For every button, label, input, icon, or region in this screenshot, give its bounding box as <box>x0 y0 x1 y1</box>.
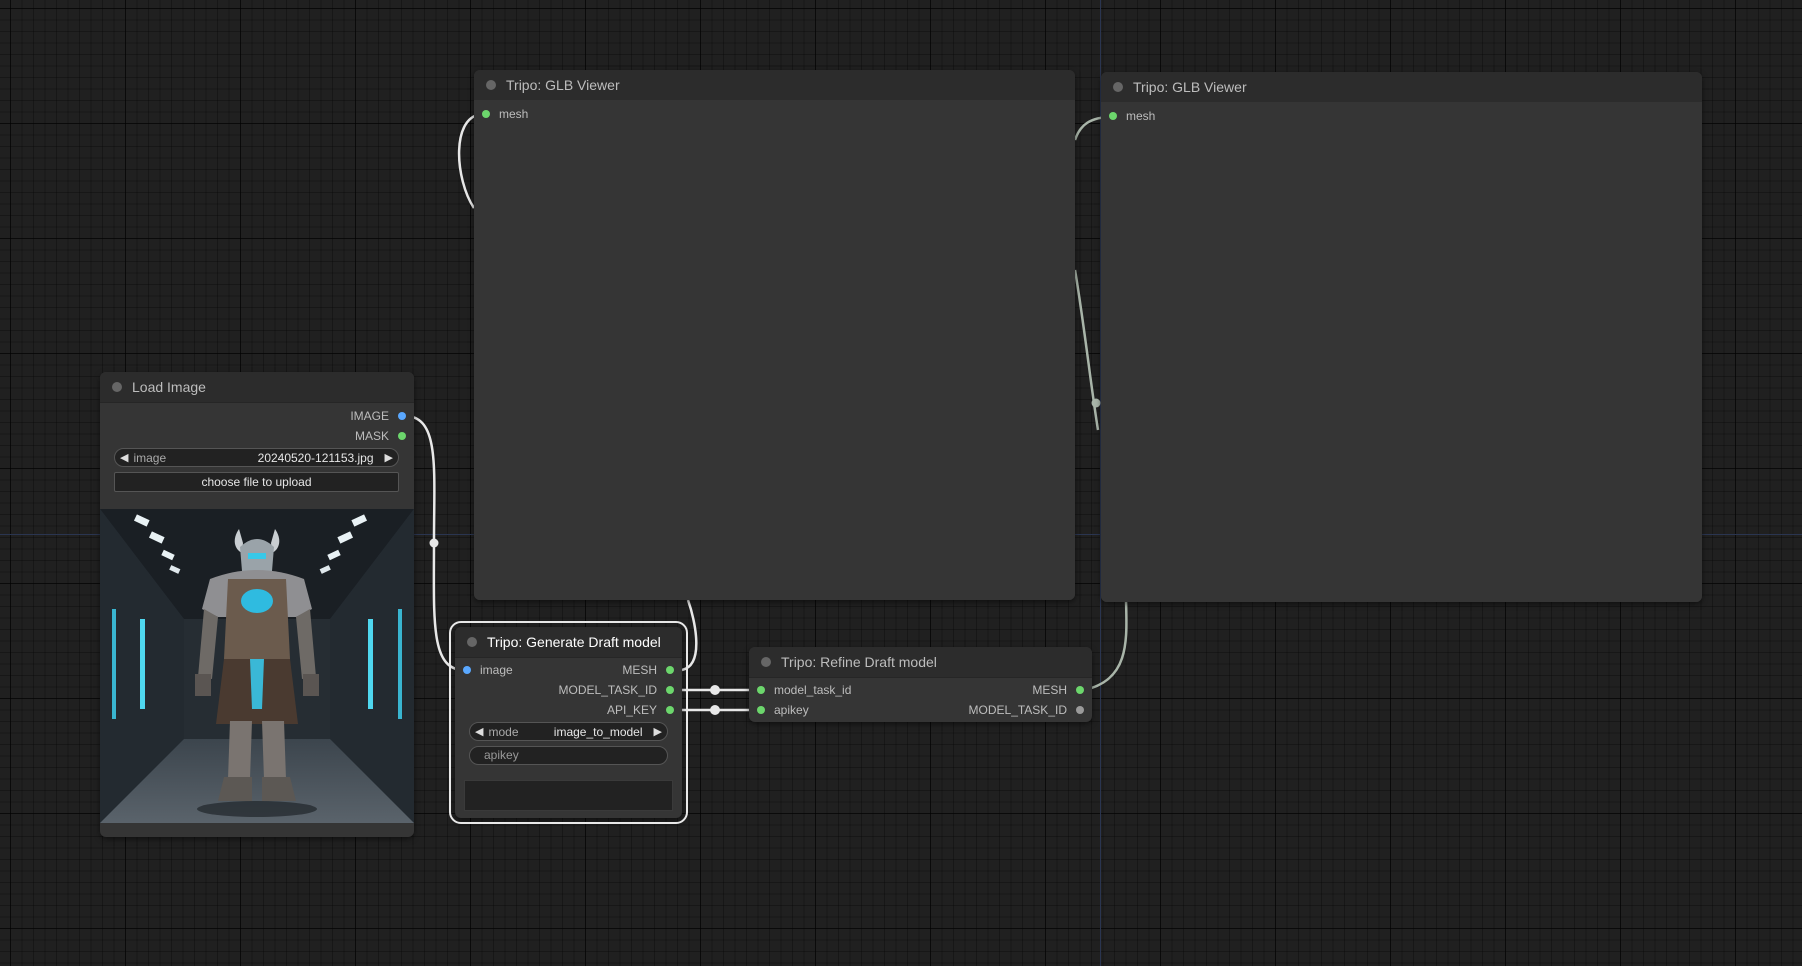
output-socket-icon[interactable] <box>398 412 406 420</box>
image-combo-widget[interactable]: ◀ image 20240520-121153.jpg ▶ <box>114 448 399 467</box>
slot-label: MASK <box>354 429 389 443</box>
collapse-dot-icon[interactable] <box>1113 82 1123 92</box>
output-socket-icon[interactable] <box>398 432 406 440</box>
slot-label: model_task_id <box>774 683 852 697</box>
widget-value: 20240520-121153.jpg <box>257 450 374 465</box>
glb-viewer-node-2[interactable]: Tripo: GLB Viewer mesh <box>1101 72 1702 602</box>
collapse-dot-icon[interactable] <box>467 637 477 647</box>
widget-label: mode <box>488 724 519 739</box>
wire-mesh-2-mid <box>1073 269 1100 431</box>
node-header[interactable]: Tripo: GLB Viewer <box>1101 72 1702 103</box>
wire-reroute-dot <box>429 538 439 548</box>
input-socket-icon[interactable] <box>463 666 471 674</box>
output-slot-mesh[interactable]: MESH <box>1032 680 1084 700</box>
slot-label: MODEL_TASK_ID <box>968 703 1067 717</box>
wire-mesh-1 <box>681 599 698 672</box>
node-header[interactable]: Load Image <box>100 372 414 403</box>
wire-dot-task-id <box>710 685 720 695</box>
arrow-left-icon[interactable]: ◀ <box>115 451 133 464</box>
refine-draft-node[interactable]: Tripo: Refine Draft model model_task_id … <box>749 647 1092 722</box>
widget-label: image <box>133 450 167 465</box>
warrior-image <box>100 509 414 823</box>
mode-combo-widget[interactable]: ◀ mode image_to_model ▶ <box>469 722 668 741</box>
apikey-input[interactable]: apikey <box>469 746 668 765</box>
input-slot-image[interactable]: image <box>463 660 513 680</box>
node-title: Tripo: GLB Viewer <box>1133 79 1247 95</box>
input-slot-model-task-id[interactable]: model_task_id <box>757 680 851 700</box>
load-image-node[interactable]: Load Image IMAGE MASK ◀ image 20240520-1… <box>100 372 414 837</box>
collapse-dot-icon[interactable] <box>486 80 496 90</box>
widget-value: image_to_model <box>553 724 643 739</box>
slot-label: apikey <box>774 703 809 717</box>
collapse-dot-icon[interactable] <box>112 382 122 392</box>
output-socket-icon[interactable] <box>666 706 674 714</box>
slot-label: mesh <box>499 107 529 121</box>
output-slot-api-key[interactable]: API_KEY <box>607 700 674 720</box>
slot-label: MODEL_TASK_ID <box>558 683 657 697</box>
text-area[interactable] <box>464 780 673 811</box>
node-title: Tripo: Generate Draft model <box>487 634 661 650</box>
output-socket-icon[interactable] <box>666 666 674 674</box>
arrow-right-icon[interactable]: ▶ <box>380 451 398 464</box>
node-header[interactable]: Tripo: GLB Viewer <box>474 70 1075 101</box>
slot-label: IMAGE <box>350 409 389 423</box>
input-socket-icon[interactable] <box>757 686 765 694</box>
node-title: Load Image <box>132 379 206 395</box>
arrow-right-icon[interactable]: ▶ <box>649 725 667 738</box>
slot-label: mesh <box>1126 109 1156 123</box>
collapse-dot-icon[interactable] <box>761 657 771 667</box>
output-slot-mesh[interactable]: MESH <box>622 660 674 680</box>
input-socket-icon[interactable] <box>1109 112 1117 120</box>
node-header[interactable]: Tripo: Generate Draft model <box>455 627 682 658</box>
output-socket-icon[interactable] <box>666 686 674 694</box>
wire-dot-api-key <box>710 705 720 715</box>
slot-label: MESH <box>1032 683 1067 697</box>
output-slot-model-task-id[interactable]: MODEL_TASK_ID <box>559 680 674 700</box>
upload-button[interactable]: choose file to upload <box>114 472 399 492</box>
input-socket-icon[interactable] <box>482 110 490 118</box>
generate-draft-node[interactable]: Tripo: Generate Draft model image MESH M… <box>449 621 688 824</box>
node-header[interactable]: Tripo: Refine Draft model <box>749 647 1092 678</box>
input-slot-mesh[interactable]: mesh <box>1109 106 1155 126</box>
glb-viewer-canvas[interactable] <box>1101 102 1702 602</box>
glb-viewer-canvas[interactable] <box>474 100 1075 600</box>
output-slot-mask[interactable]: MASK <box>355 426 406 446</box>
output-slot-image[interactable]: IMAGE <box>350 406 406 426</box>
output-socket-icon[interactable] <box>1076 706 1084 714</box>
node-title: Tripo: GLB Viewer <box>506 77 620 93</box>
input-socket-icon[interactable] <box>757 706 765 714</box>
output-slot-model-task-id[interactable]: MODEL_TASK_ID <box>969 700 1084 720</box>
slot-label: image <box>480 663 513 677</box>
slot-label: MESH <box>622 663 657 677</box>
slot-label: API_KEY <box>606 703 657 717</box>
output-socket-icon[interactable] <box>1076 686 1084 694</box>
graph-canvas[interactable]: Tripo: GLB Viewer mesh Tripo: GLB Viewer… <box>0 0 1802 966</box>
arrow-left-icon[interactable]: ◀ <box>470 725 488 738</box>
input-slot-apikey[interactable]: apikey <box>757 700 809 720</box>
image-preview <box>100 509 414 823</box>
glb-viewer-node-1[interactable]: Tripo: GLB Viewer mesh <box>474 70 1075 600</box>
node-title: Tripo: Refine Draft model <box>781 654 937 670</box>
input-slot-mesh[interactable]: mesh <box>482 104 528 124</box>
